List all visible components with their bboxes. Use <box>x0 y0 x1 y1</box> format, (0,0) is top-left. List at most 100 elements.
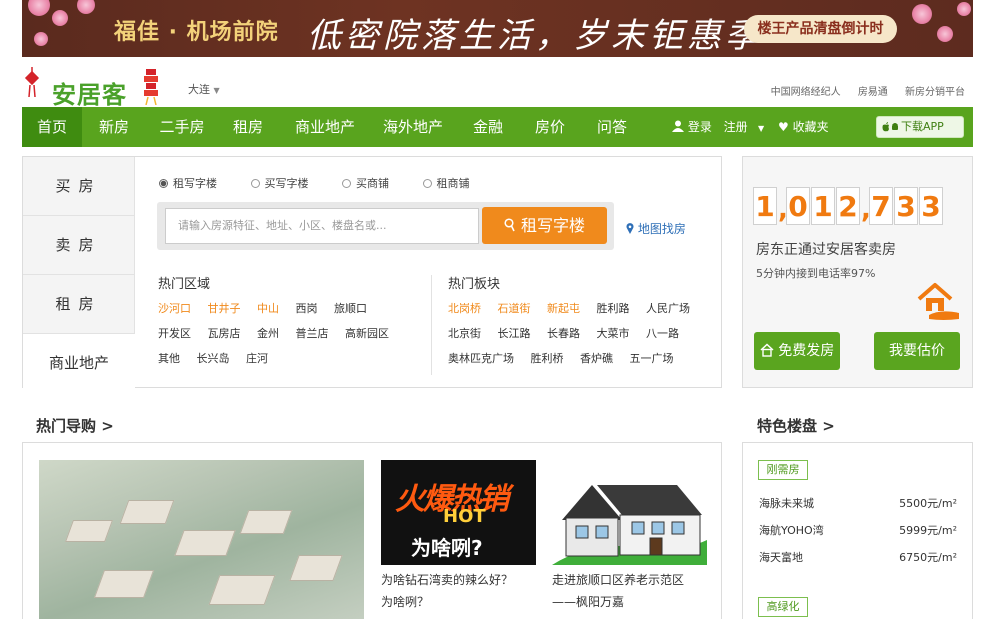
nav-item-rent[interactable]: 租房 <box>220 107 276 147</box>
top-link-distribution[interactable]: 新房分销平台 <box>905 87 965 98</box>
nav-item-home[interactable]: 首页 <box>22 107 82 147</box>
radio-rent-office[interactable]: 租写字楼 <box>159 175 217 191</box>
hot-block-link[interactable]: 香炉礁 <box>580 350 613 366</box>
counter-digit: 1 <box>753 187 777 225</box>
apple-icon <box>882 122 889 132</box>
featured-row[interactable]: 海航YOHO湾 5999元/m² <box>759 522 957 538</box>
hot-guide-panel: 火爆热销 HOT 为啥咧? 为啥钻石湾卖的辣么好？ 为啥咧？ 走进旅顺口区养老示… <box>22 442 722 619</box>
counter-digit: 3 <box>894 187 918 225</box>
nav-item-second-hand[interactable]: 二手房 <box>148 107 216 147</box>
blossom-decoration <box>52 10 68 26</box>
building-shape <box>93 570 155 598</box>
hot-block-link[interactable]: 长江路 <box>498 325 531 341</box>
featured-title[interactable]: 特色楼盘 > <box>757 415 835 436</box>
hot-block-link[interactable]: 北岗桥 <box>448 300 481 316</box>
nav-item-overseas[interactable]: 海外地产 <box>372 107 454 147</box>
hot-area-link[interactable]: 庄河 <box>246 350 268 366</box>
side-tab-sell[interactable]: 卖房 <box>23 216 135 275</box>
hot-block-link[interactable]: 胜利路 <box>597 300 630 316</box>
hot-area-link[interactable]: 金州 <box>257 325 279 341</box>
estimate-button[interactable]: 我要估价 <box>874 332 960 370</box>
radio-buy-shop[interactable]: 买商铺 <box>342 175 389 191</box>
top-links: 中国网络经纪人 房易通 新房分销平台 <box>757 83 965 98</box>
hot-block-link[interactable]: 新起屯 <box>547 300 580 316</box>
city-label: 大连 <box>188 83 210 96</box>
nav-item-price[interactable]: 房价 <box>522 107 578 147</box>
counter-comma: , <box>861 195 871 225</box>
hot-area-link[interactable]: 开发区 <box>158 325 191 341</box>
hot-guide-title[interactable]: 热门导购 > <box>36 415 114 436</box>
map-search-link[interactable]: 地图找房 <box>626 220 686 237</box>
hot-area-link[interactable]: 西岗 <box>296 300 318 316</box>
hot-block-link[interactable]: 五一广场 <box>630 350 674 366</box>
hot-block-link[interactable]: 人民广场 <box>646 300 690 316</box>
counter-comma: , <box>778 195 788 225</box>
map-search-label: 地图找房 <box>637 222 686 236</box>
hot-area-link[interactable]: 其他 <box>158 350 180 366</box>
featured-tag-rigid-demand[interactable]: 刚需房 <box>758 460 808 480</box>
featured-row[interactable]: 海天富地 6750元/m² <box>759 549 957 565</box>
hot-area-link[interactable]: 瓦房店 <box>208 325 241 341</box>
counter-digit: 1 <box>811 187 835 225</box>
download-app-button[interactable]: 下载APP <box>876 116 964 138</box>
nav-item-finance[interactable]: 金融 <box>460 107 516 147</box>
hot-area-link[interactable]: 沙河口 <box>158 300 191 316</box>
hot-block-link[interactable]: 奥林匹克广场 <box>448 350 514 366</box>
hot-area-link[interactable]: 中山 <box>257 300 279 316</box>
radio-buy-office[interactable]: 买写字楼 <box>250 175 309 191</box>
counter-digit: 0 <box>786 187 810 225</box>
hot-block-link[interactable]: 胜利桥 <box>531 350 564 366</box>
aerial-estate-image[interactable] <box>39 460 364 619</box>
free-listing-button[interactable]: 免费发房 <box>754 332 840 370</box>
register-link[interactable]: 注册 <box>724 120 748 134</box>
article-link-1[interactable]: 为啥钻石湾卖的辣么好？ 为啥咧？ <box>381 569 513 613</box>
download-app-label: 下载APP <box>901 120 944 133</box>
hot-area-link[interactable]: 长兴岛 <box>197 350 230 366</box>
house-drawing-image[interactable] <box>552 460 707 565</box>
search-input[interactable]: 请输入房源特征、地址、小区、楼盘名或... <box>165 208 479 244</box>
radio-dot <box>422 179 432 188</box>
nav-item-qa[interactable]: 问答 <box>584 107 640 147</box>
login-link[interactable]: 登录 <box>688 120 712 134</box>
radio-rent-shop[interactable]: 租商铺 <box>422 175 470 191</box>
counter-subtitle: 5分钟内接到电话率97% <box>756 267 876 280</box>
hot-block-link[interactable]: 石道街 <box>498 300 531 316</box>
hot-sale-image-hot: HOT <box>443 506 486 527</box>
hot-block-link[interactable]: 八一路 <box>646 325 679 341</box>
radio-label: 租商铺 <box>436 177 470 190</box>
hot-sale-image-question: 为啥咧? <box>411 536 483 560</box>
hot-area-link[interactable]: 普兰店 <box>296 325 329 341</box>
featured-tag-high-greenery[interactable]: 高绿化 <box>758 597 808 617</box>
search-button[interactable]: 租写字楼 <box>482 207 607 244</box>
side-tabs: 买房 卖房 租房 商业地产 <box>23 157 135 393</box>
top-ad-banner[interactable]: 福佳 · 机场前院 低密院落生活，岁末钜惠季 楼王产品清盘倒计时 <box>22 0 973 57</box>
hot-block-link[interactable]: 长春路 <box>547 325 580 341</box>
hot-block-link[interactable]: 北京街 <box>448 325 481 341</box>
article-link-2[interactable]: 走进旅顺口区养老示范区 ——枫阳万嘉 <box>552 569 684 613</box>
top-link-fangyitong[interactable]: 房易通 <box>858 87 888 98</box>
nav-item-new-house[interactable]: 新房 <box>86 107 142 147</box>
hot-block-link[interactable]: 大菜市 <box>597 325 630 341</box>
article-title-line: 为啥咧？ <box>381 595 430 609</box>
search-icon <box>504 218 515 232</box>
favorites-menu[interactable]: ▼ ♥ 收藏夹 <box>758 107 829 147</box>
side-tab-buy[interactable]: 买房 <box>23 157 135 216</box>
city-selector[interactable]: 大连 ▼ <box>188 81 220 97</box>
building-shape <box>208 575 276 605</box>
hot-area-link[interactable]: 高新园区 <box>345 325 389 341</box>
top-link-broker[interactable]: 中国网络经纪人 <box>771 87 841 98</box>
banner-slogan: 低密院落生活，岁末钜惠季 <box>307 16 763 56</box>
favorites-label: 收藏夹 <box>792 120 829 134</box>
radio-dot <box>250 179 260 188</box>
blossom-decoration <box>77 0 95 14</box>
featured-price: 6750元/m² <box>899 551 957 564</box>
hot-area-link[interactable]: 旅顺口 <box>334 300 367 316</box>
banner-cta-button[interactable]: 楼王产品清盘倒计时 <box>744 15 897 43</box>
side-tab-rent[interactable]: 租房 <box>23 275 135 334</box>
featured-row[interactable]: 海脉未来城 5500元/m² <box>759 495 957 511</box>
hot-area-link[interactable]: 甘井子 <box>208 300 241 316</box>
site-logo[interactable]: 安居客 <box>22 63 168 109</box>
side-tab-commercial[interactable]: 商业地产 <box>23 334 135 393</box>
hot-sale-image[interactable]: 火爆热销 HOT 为啥咧? <box>381 460 536 565</box>
nav-item-commercial[interactable]: 商业地产 <box>284 107 366 147</box>
